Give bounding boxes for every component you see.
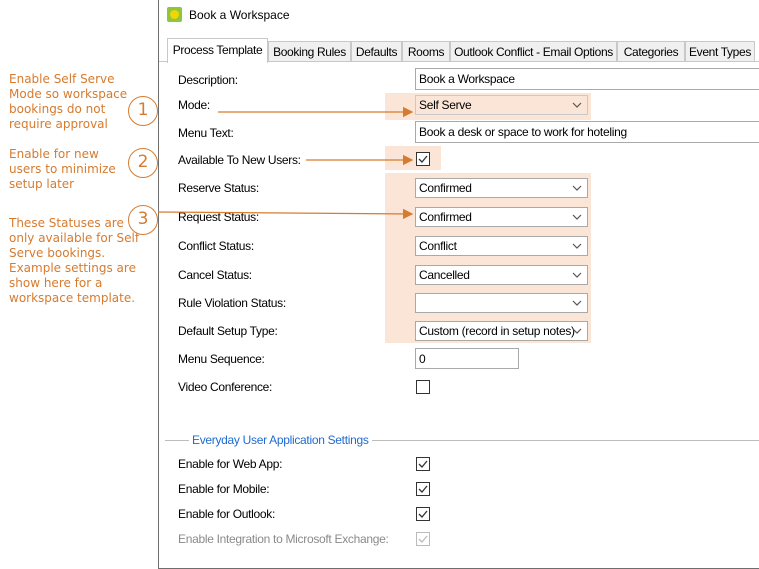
enable-outlook-checkbox[interactable]	[416, 507, 430, 521]
conflict-status-dropdown[interactable]: Conflict	[415, 236, 588, 256]
default-setup-type-label: Default Setup Type:	[178, 324, 278, 338]
menu-text-label: Menu Text:	[178, 126, 234, 140]
checkmark-icon	[418, 155, 428, 163]
annotation-3-text: These Statuses are only available for Se…	[9, 216, 140, 305]
conflict-status-value: Conflict	[419, 239, 457, 253]
tab-outlook-conflict-email-options[interactable]: Outlook Conflict - Email Options	[450, 41, 617, 62]
enable-web-app-checkbox[interactable]	[416, 457, 430, 471]
annotation-1-number: 1	[128, 96, 158, 126]
tab-defaults[interactable]: Defaults	[351, 41, 402, 62]
enable-outlook-label: Enable for Outlook:	[178, 507, 276, 521]
menu-sequence-label: Menu Sequence:	[178, 352, 265, 366]
enable-exchange-label: Enable Integration to Microsoft Exchange…	[178, 532, 389, 546]
chevron-down-icon	[572, 300, 582, 306]
available-to-new-users-checkbox[interactable]	[416, 152, 430, 166]
chevron-down-icon	[572, 185, 582, 191]
checkmark-icon	[418, 510, 428, 518]
tab-rooms[interactable]: Rooms	[402, 41, 450, 62]
everyday-settings-group-label: Everyday User Application Settings	[189, 433, 372, 447]
checkmark-icon	[418, 460, 428, 468]
default-setup-type-value: Custom (record in setup notes)	[419, 324, 575, 338]
annotation-1-text: Enable Self Serve Mode so workspace book…	[9, 72, 128, 131]
rule-violation-status-label: Rule Violation Status:	[178, 296, 286, 310]
tab-process-template[interactable]: Process Template	[167, 38, 268, 63]
enable-mobile-label: Enable for Mobile:	[178, 482, 270, 496]
video-conference-checkbox[interactable]	[416, 380, 430, 394]
enable-web-app-label: Enable for Web App:	[178, 457, 283, 471]
annotation-2-number: 2	[128, 148, 158, 178]
mode-value: Self Serve	[419, 98, 472, 112]
description-label: Description:	[178, 73, 238, 87]
tab-booking-rules[interactable]: Booking Rules	[268, 41, 351, 62]
cancel-status-dropdown[interactable]: Cancelled	[415, 265, 588, 285]
annotation-2-text: Enable for new users to minimize setup l…	[9, 147, 116, 191]
reserve-status-dropdown[interactable]: Confirmed	[415, 178, 588, 198]
window-title: Book a Workspace	[189, 8, 290, 22]
status-highlight	[385, 173, 591, 343]
app-icon	[167, 7, 182, 22]
conflict-status-label: Conflict Status:	[178, 239, 254, 253]
tab-event-types[interactable]: Event Types	[685, 41, 755, 62]
reserve-status-label: Reserve Status:	[178, 181, 259, 195]
checkmark-icon	[418, 535, 428, 543]
chevron-down-icon	[572, 328, 582, 334]
available-highlight	[385, 146, 441, 170]
tab-bar: Process Template Booking Rules Defaults …	[159, 38, 759, 63]
request-status-dropdown[interactable]: Confirmed	[415, 207, 588, 227]
description-input[interactable]: Book a Workspace	[415, 68, 759, 90]
enable-mobile-checkbox[interactable]	[416, 482, 430, 496]
mode-label: Mode:	[178, 98, 210, 112]
request-status-label: Request Status:	[178, 210, 259, 224]
chevron-down-icon	[572, 214, 582, 220]
title-bar[interactable]: Book a Workspace	[159, 0, 759, 30]
enable-exchange-checkbox	[416, 532, 430, 546]
cancel-status-label: Cancel Status:	[178, 268, 252, 282]
reserve-status-value: Confirmed	[419, 181, 472, 195]
available-to-new-users-label: Available To New Users:	[178, 153, 301, 167]
menu-sequence-input[interactable]: 0	[415, 348, 519, 369]
video-conference-label: Video Conference:	[178, 380, 273, 394]
book-workspace-window: Book a Workspace Process Template Bookin…	[158, 0, 759, 569]
chevron-down-icon	[572, 102, 582, 108]
request-status-value: Confirmed	[419, 210, 472, 224]
chevron-down-icon	[572, 243, 582, 249]
process-template-panel: Description: Book a Workspace Mode: Self…	[165, 62, 759, 562]
chevron-down-icon	[572, 272, 582, 278]
menu-text-input[interactable]: Book a desk or space to work for hotelin…	[415, 121, 759, 143]
default-setup-type-dropdown[interactable]: Custom (record in setup notes)	[415, 321, 588, 341]
checkmark-icon	[418, 485, 428, 493]
cancel-status-value: Cancelled	[419, 268, 470, 282]
rule-violation-status-dropdown[interactable]	[415, 293, 588, 313]
mode-dropdown[interactable]: Self Serve	[415, 95, 588, 115]
annotation-3-number: 3	[128, 205, 158, 235]
tab-categories[interactable]: Categories	[617, 41, 685, 62]
